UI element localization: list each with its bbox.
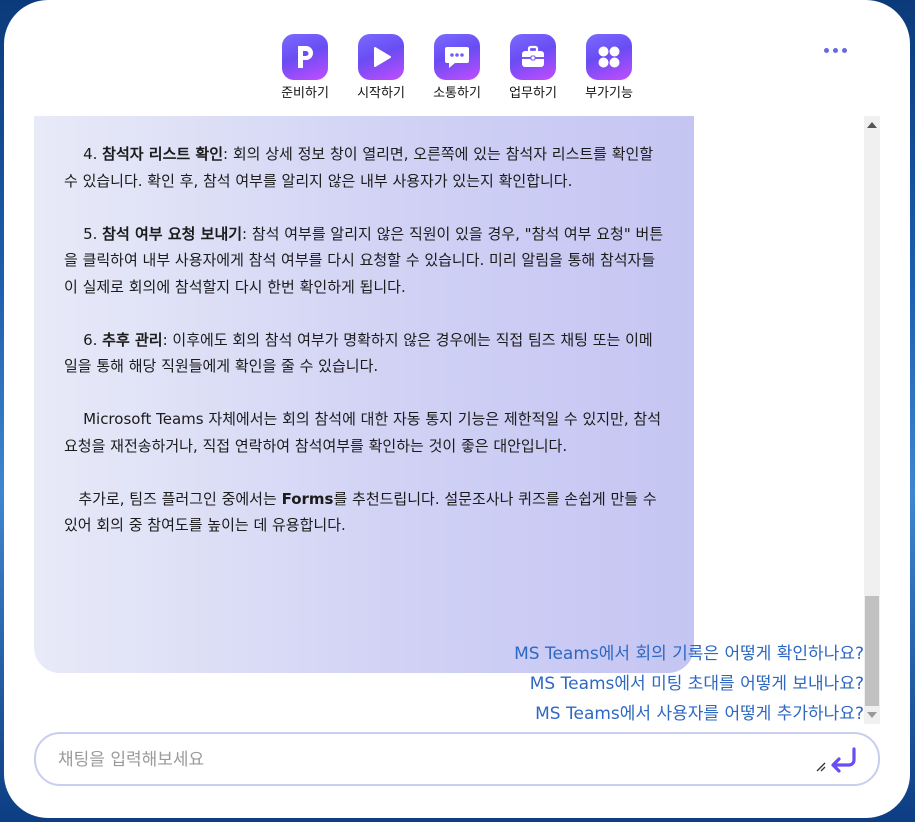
grid-icon <box>586 34 632 80</box>
chat-input-box <box>34 732 880 786</box>
message-paragraph-8: 추가로, 팀즈 플러그인 중에서는 Forms를 추천드립니다. 설문조사나 퀴… <box>64 489 657 535</box>
briefcase-icon <box>510 34 556 80</box>
message-paragraph-5: 5. 참석 여부 요청 보내기: 참석 여부를 알리지 않은 직원이 있을 경우… <box>64 224 664 296</box>
suggestion-link[interactable]: MS Teams에서 미팅 초대를 어떻게 보내나요? <box>530 669 864 694</box>
tool-extras-label: 부가기능 <box>585 86 633 101</box>
tool-communicate[interactable]: 소통하기 <box>422 34 492 101</box>
chat-input[interactable] <box>56 734 800 786</box>
message-paragraph-4: 4. 참석자 리스트 확인: 회의 상세 정보 창이 열리면, 오른쪽에 있는 … <box>64 145 654 190</box>
tool-work-label: 업무하기 <box>509 86 557 101</box>
resize-handle-icon[interactable] <box>814 760 826 772</box>
tool-prepare-label: 준비하기 <box>281 86 329 101</box>
tool-start-label: 시작하기 <box>357 86 405 101</box>
tool-communicate-label: 소통하기 <box>433 86 481 101</box>
more-options-icon[interactable] <box>820 40 850 60</box>
send-enter-icon[interactable] <box>828 746 858 774</box>
top-toolbar: 준비하기 시작하기 소통하기 업무하기 부가기능 <box>4 34 910 101</box>
tool-extras[interactable]: 부가기능 <box>574 34 644 101</box>
play-icon <box>358 34 404 80</box>
chat-window: 준비하기 시작하기 소통하기 업무하기 부가기능 4. 참석자 리스트 확인: … <box>4 0 910 818</box>
bot-message-bubble: 4. 참석자 리스트 확인: 회의 상세 정보 창이 열리면, 오른쪽에 있는 … <box>34 116 694 673</box>
suggestion-link[interactable]: MS Teams에서 회의 기록은 어떻게 확인하나요? <box>514 639 864 664</box>
chat-scrollbar[interactable] <box>864 116 880 724</box>
message-paragraph-7: Microsoft Teams 자체에서는 회의 참석에 대한 자동 통지 기능… <box>64 410 661 455</box>
suggestion-link[interactable]: MS Teams에서 사용자를 어떻게 추가하나요? <box>535 699 864 724</box>
scrollbar-thumb[interactable] <box>865 596 879 706</box>
chat-scroll-area[interactable]: 4. 참석자 리스트 확인: 회의 상세 정보 창이 열리면, 오른쪽에 있는 … <box>34 116 866 724</box>
scroll-up-icon[interactable] <box>867 122 877 128</box>
chat-bubble-icon <box>434 34 480 80</box>
tool-start[interactable]: 시작하기 <box>346 34 416 101</box>
scroll-down-icon[interactable] <box>867 712 877 718</box>
p-letter-icon <box>282 34 328 80</box>
message-paragraph-6: 6. 추후 관리: 이후에도 회의 참석 여부가 명확하지 않은 경우에는 직접… <box>64 330 653 376</box>
tool-prepare[interactable]: 준비하기 <box>270 34 340 101</box>
tool-work[interactable]: 업무하기 <box>498 34 568 101</box>
